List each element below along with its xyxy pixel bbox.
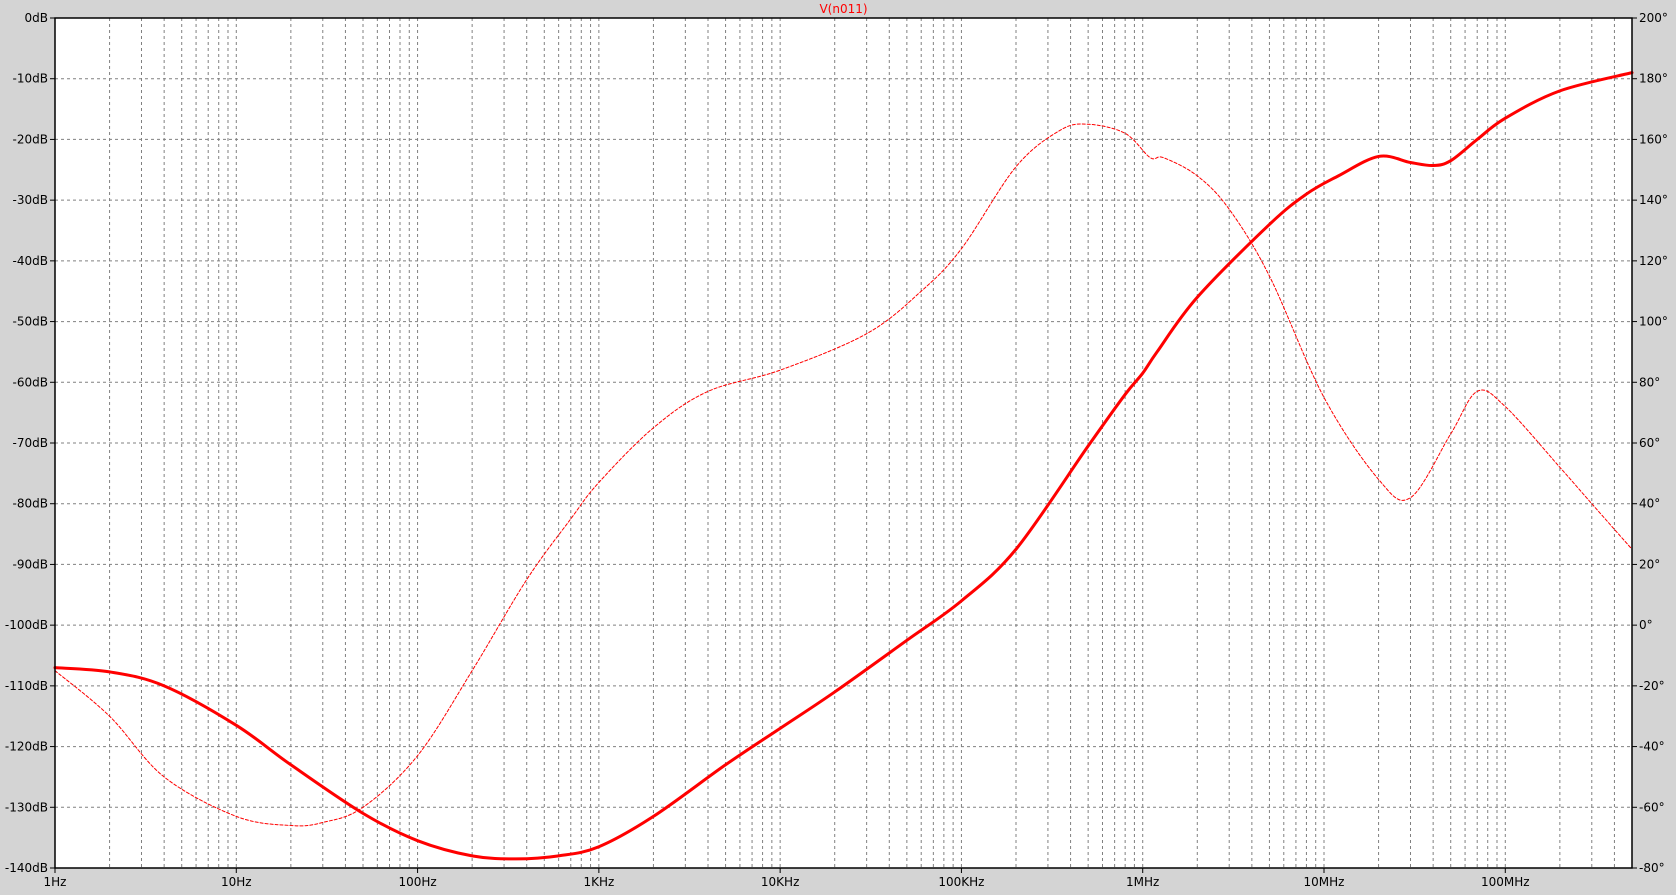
right-tick-label: 20°: [1639, 557, 1660, 571]
right-tick-label: 140°: [1639, 193, 1668, 207]
left-tick-label: -140dB: [5, 861, 48, 875]
right-tick-label: -20°: [1639, 679, 1665, 693]
left-tick-label: -80dB: [13, 497, 48, 511]
x-tick-label: 1Hz: [44, 875, 67, 889]
right-tick-label: 100°: [1639, 315, 1668, 329]
right-tick-label: -80°: [1639, 861, 1665, 875]
x-tick-label: 10MHz: [1304, 875, 1345, 889]
left-tick-label: -120dB: [5, 740, 48, 754]
left-tick-label: -30dB: [13, 193, 48, 207]
right-tick-label: 200°: [1639, 11, 1668, 25]
left-tick-label: -70dB: [13, 436, 48, 450]
left-tick-label: -110dB: [5, 679, 48, 693]
left-tick-label: -100dB: [5, 618, 48, 632]
x-tick-label: 10KHz: [761, 875, 799, 889]
right-tick-label: 40°: [1639, 497, 1660, 511]
right-tick-label: -60°: [1639, 800, 1665, 814]
left-tick-label: -60dB: [13, 375, 48, 389]
left-tick-label: -20dB: [13, 132, 48, 146]
left-tick-label: -90dB: [13, 557, 48, 571]
right-tick-label: 60°: [1639, 436, 1660, 450]
x-tick-label: 10Hz: [221, 875, 252, 889]
chart-title[interactable]: V(n011): [819, 2, 867, 16]
left-tick-label: -10dB: [13, 72, 48, 86]
x-tick-label: 100KHz: [938, 875, 984, 889]
right-tick-label: 160°: [1639, 132, 1668, 146]
right-tick-label: 0°: [1639, 618, 1653, 632]
x-tick-label: 1MHz: [1126, 875, 1159, 889]
right-tick-label: 80°: [1639, 375, 1660, 389]
left-tick-label: 0dB: [25, 11, 48, 25]
left-tick-label: -40dB: [13, 254, 48, 268]
left-tick-label: -130dB: [5, 800, 48, 814]
right-tick-label: -40°: [1639, 740, 1665, 754]
x-tick-label: 1KHz: [583, 875, 614, 889]
right-tick-label: 120°: [1639, 254, 1668, 268]
right-tick-label: 180°: [1639, 72, 1668, 86]
plot-canvas: 1Hz 10Hz 100Hz 1KHz 10KHz 100KHz 1MHz 10MHz 100M…: [5, 2, 1668, 889]
x-tick-label: 100Hz: [398, 875, 436, 889]
left-tick-label: -50dB: [13, 315, 48, 329]
x-tick-label: 100MHz: [1481, 875, 1530, 889]
